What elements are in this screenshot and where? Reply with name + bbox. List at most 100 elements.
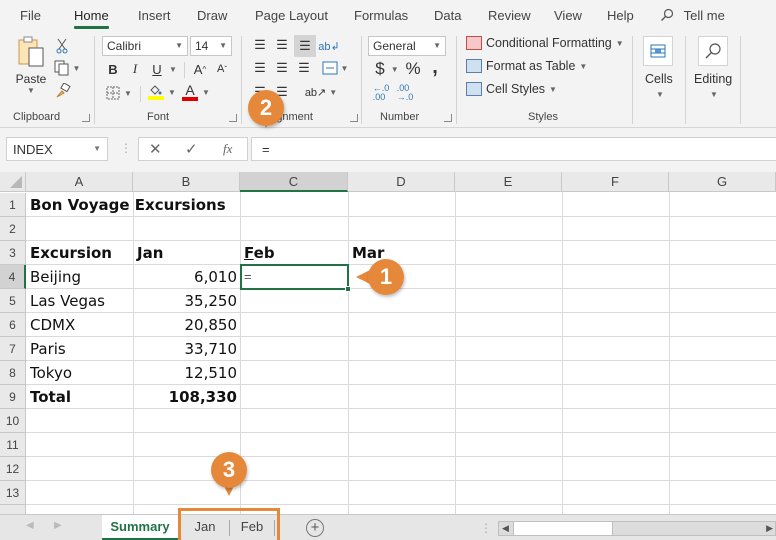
borders-button[interactable]: ▼ (104, 84, 134, 102)
font-size-combo[interactable]: 14 ▼ (190, 36, 232, 56)
bold-button[interactable]: B (105, 60, 121, 78)
cell-b5[interactable]: 35,250 (134, 289, 240, 313)
name-box[interactable]: INDEX ▼ (6, 137, 108, 161)
align-right-button[interactable]: ☰ (296, 60, 312, 76)
cell-a3[interactable]: Excursion (27, 241, 115, 265)
formula-input[interactable]: = (251, 137, 776, 161)
row-header-1[interactable]: 1 (0, 193, 26, 217)
cell-b6[interactable]: 20,850 (134, 313, 240, 337)
row-header-4[interactable]: 4 (0, 265, 26, 289)
align-center-button[interactable]: ☰ (274, 60, 290, 76)
tab-file[interactable]: File (20, 8, 41, 23)
cell-a6[interactable]: CDMX (27, 313, 78, 337)
scroll-left-icon[interactable]: ◀ (502, 523, 509, 534)
column-header-d[interactable]: D (348, 172, 455, 192)
scroll-right-icon[interactable]: ▶ (766, 523, 773, 534)
cell-a8[interactable]: Tokyo (27, 361, 75, 385)
tab-review[interactable]: Review (488, 8, 531, 23)
cell-a9[interactable]: Total (27, 385, 74, 409)
accounting-format-button[interactable]: $ ▼ (372, 59, 402, 79)
decrease-decimal-button[interactable]: .00 →.0 (396, 84, 414, 102)
row-header-10[interactable]: 10 (0, 409, 26, 433)
align-left-button[interactable]: ☰ (252, 60, 268, 76)
select-all-button[interactable] (0, 172, 26, 192)
row-header-12[interactable]: 12 (0, 457, 26, 481)
cell-b7[interactable]: 33,710 (134, 337, 240, 361)
scroll-tabs-right-icon[interactable]: ▶ (54, 520, 62, 531)
increase-decimal-button[interactable]: ←.0.00 (372, 84, 390, 102)
cell-b8[interactable]: 12,510 (134, 361, 240, 385)
font-name-combo[interactable]: Calibri ▼ (102, 36, 188, 56)
tab-scroll-splitter[interactable]: ⋮ (480, 521, 492, 535)
cell-b9[interactable]: 108,330 (134, 385, 240, 409)
column-header-c[interactable]: C (240, 172, 348, 192)
conditional-formatting-button[interactable]: Conditional Formatting ▼ (466, 36, 624, 50)
format-as-table-button[interactable]: Format as Table ▼ (466, 59, 587, 73)
row-header-7[interactable]: 7 (0, 337, 26, 361)
tab-help[interactable]: Help (607, 8, 634, 23)
active-cell-c4[interactable]: = (240, 264, 349, 290)
number-launcher-icon[interactable] (444, 114, 452, 122)
cut-button[interactable] (54, 37, 70, 55)
row-header-13[interactable]: 13 (0, 481, 26, 505)
wrap-text-button[interactable]: ab↲ (318, 37, 339, 55)
middle-align-button[interactable]: ☰ (274, 37, 290, 53)
row-header-3[interactable]: 3 (0, 241, 26, 265)
column-header-a[interactable]: A (26, 172, 133, 192)
fill-handle[interactable] (345, 286, 351, 292)
cell-b4[interactable]: 6,010 (134, 265, 240, 289)
cell-styles-button[interactable]: Cell Styles ▼ (466, 82, 557, 96)
tab-home[interactable]: Home (74, 8, 109, 29)
tab-formulas[interactable]: Formulas (354, 8, 408, 23)
cell-a5[interactable]: Las Vegas (27, 289, 108, 313)
number-format-combo[interactable]: General ▼ (368, 36, 446, 56)
editing-button[interactable]: Editing ▼ (692, 34, 736, 102)
column-header-g[interactable]: G (669, 172, 776, 192)
cell-b3[interactable]: Jan (134, 241, 166, 265)
scroll-tabs-left-icon[interactable]: ◀ (26, 520, 34, 531)
orientation-button[interactable]: ab↗ ▼ (305, 84, 337, 100)
cell-a7[interactable]: Paris (27, 337, 69, 361)
add-sheet-button[interactable]: + (306, 519, 324, 537)
row-header-2[interactable]: 2 (0, 217, 26, 241)
row-header-6[interactable]: 6 (0, 313, 26, 337)
paste-button[interactable]: Paste ▼ (14, 36, 48, 100)
decrease-font-button[interactable]: Aˇ (214, 60, 230, 78)
underline-button[interactable]: U (149, 60, 165, 78)
tell-me-search[interactable]: Tell me (660, 8, 725, 23)
comma-style-button[interactable]: , (428, 56, 442, 78)
formula-bar-splitter[interactable]: ⋮ (120, 141, 132, 155)
column-header-b[interactable]: B (133, 172, 240, 192)
tab-page-layout[interactable]: Page Layout (255, 8, 328, 23)
cells-button[interactable]: Cells ▼ (640, 34, 678, 102)
column-header-e[interactable]: E (455, 172, 562, 192)
row-header-9[interactable]: 9 (0, 385, 26, 409)
row-header-5[interactable]: 5 (0, 289, 26, 313)
row-header-8[interactable]: 8 (0, 361, 26, 385)
bottom-align-button[interactable]: ☰ (294, 35, 316, 57)
font-launcher-icon[interactable] (229, 114, 237, 122)
cell-a4[interactable]: Beijing (27, 265, 84, 289)
tab-view[interactable]: View (554, 8, 582, 23)
italic-button[interactable]: I (127, 60, 143, 78)
tab-draw[interactable]: Draw (197, 8, 227, 23)
row-header-14[interactable] (0, 505, 26, 514)
clipboard-launcher-icon[interactable] (82, 114, 90, 122)
fill-color-button[interactable]: ▼ (147, 82, 177, 102)
increase-font-button[interactable]: A ^ (192, 60, 208, 78)
row-header-11[interactable]: 11 (0, 433, 26, 457)
horizontal-scrollbar-thumb[interactable] (513, 522, 613, 535)
cell-c3[interactable]: Feb (241, 241, 278, 265)
percent-button[interactable]: % (404, 59, 422, 79)
tab-insert[interactable]: Insert (138, 8, 171, 23)
sheet-tab-summary[interactable]: Summary (102, 515, 178, 540)
copy-button[interactable]: ▼ (52, 59, 82, 77)
tab-data[interactable]: Data (434, 8, 461, 23)
font-color-button[interactable]: A ▼ (181, 82, 211, 102)
cell-a1[interactable]: Bon Voyage Excursions (27, 193, 229, 217)
underline-dropdown-icon[interactable]: ▼ (169, 65, 177, 74)
column-header-f[interactable]: F (562, 172, 669, 192)
format-painter-button[interactable] (54, 82, 72, 100)
insert-function-icon[interactable]: fx (223, 141, 232, 157)
alignment-launcher-icon[interactable] (350, 114, 358, 122)
